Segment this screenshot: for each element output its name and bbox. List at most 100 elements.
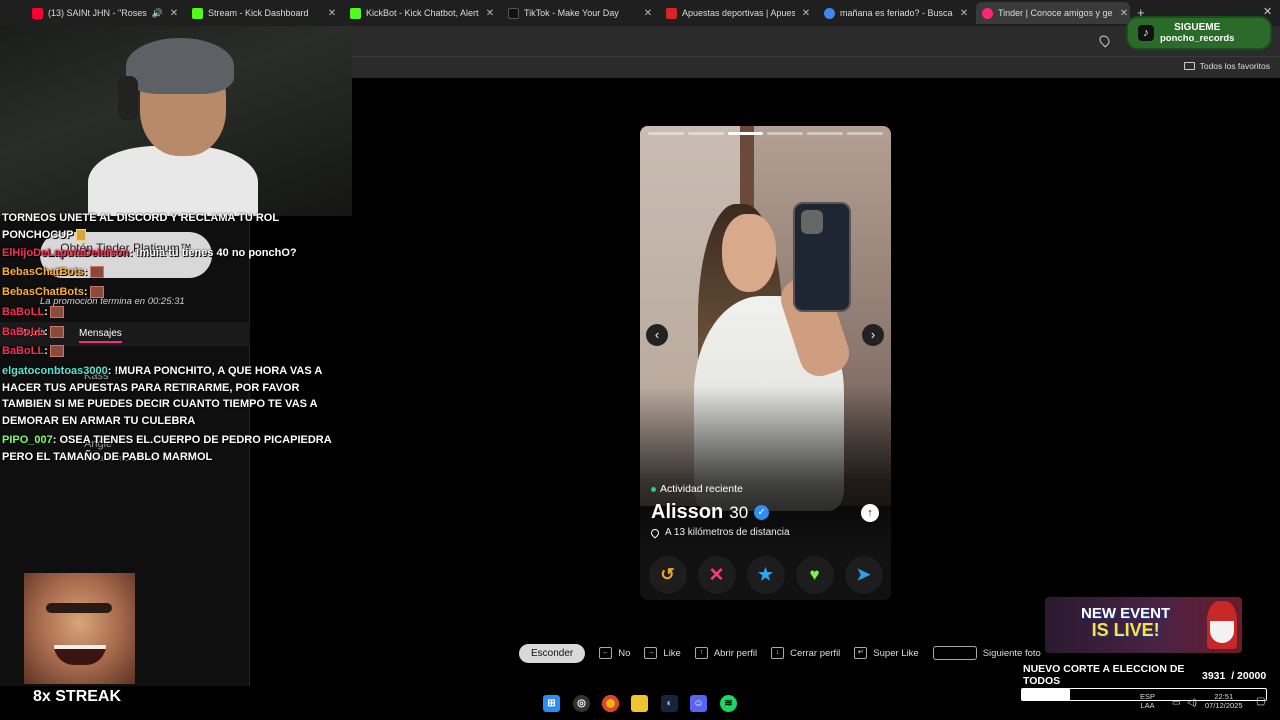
- profile-name-row: Alisson 30 ✓: [651, 501, 770, 524]
- steam-icon[interactable]: ◐: [661, 695, 678, 712]
- close-icon[interactable]: ✕: [168, 8, 180, 19]
- hint-close-profile: ↓ Cerrar perfil: [771, 647, 840, 659]
- tab-title: Apuestas deportivas | Apuestas: [682, 8, 795, 18]
- webcam-feed: [0, 26, 352, 216]
- chat-message: ElHijoDeLaputaDelaison: !muia tu tienes …: [2, 245, 337, 262]
- file-explorer-icon[interactable]: [631, 695, 648, 712]
- close-icon[interactable]: ✕: [958, 8, 970, 19]
- app-icon[interactable]: ◎: [573, 695, 590, 712]
- tinder-icon: [982, 7, 993, 19]
- chat-username: PIPO_007: [2, 434, 53, 446]
- spotify-icon[interactable]: ≋: [720, 695, 737, 712]
- profile-distance: A 13 kilómetros de distancia: [665, 527, 790, 538]
- window-close-icon[interactable]: ✕: [1263, 5, 1272, 18]
- clock-time: 22:51: [1214, 692, 1234, 701]
- heart-icon: ♥: [809, 565, 820, 584]
- verified-badge-icon: ✓: [754, 505, 770, 520]
- tab-youtube[interactable]: (13) SAINt JHN - "Roses" Im 🔊 ✕: [26, 2, 180, 24]
- headphones-icon: [118, 76, 138, 120]
- x-icon: ✕: [708, 564, 725, 586]
- windows-start-icon[interactable]: ⊞: [543, 695, 560, 712]
- hint-label: No: [618, 647, 631, 659]
- clock-date: 07/12/2025: [1205, 701, 1243, 710]
- close-icon[interactable]: ✕: [326, 8, 338, 19]
- network-icon[interactable]: ▭: [1172, 698, 1181, 707]
- photo-progress-segment[interactable]: [687, 132, 724, 135]
- emote-icon: [89, 266, 104, 279]
- photo-progress-segment[interactable]: [727, 132, 764, 135]
- chat-text: :: [44, 306, 48, 318]
- photo-progress-segment[interactable]: [648, 132, 684, 135]
- chat-username: BaBoLL: [2, 345, 45, 357]
- down-arrow-key-icon: ↓: [771, 647, 785, 659]
- up-arrow-key-icon: ↑: [694, 647, 708, 659]
- tab-apuestas[interactable]: Apuestas deportivas | Apuestas ✕: [660, 2, 812, 24]
- like-button[interactable]: ♥: [795, 556, 834, 594]
- chat-text: :: [44, 345, 48, 357]
- close-icon[interactable]: ✕: [484, 8, 496, 19]
- space-key-icon: [932, 646, 977, 660]
- notifications-icon[interactable]: ▢: [1256, 697, 1265, 707]
- tab-title: Stream - Kick Dashboard: [208, 8, 309, 18]
- all-favorites-button[interactable]: Todos los favoritos: [1183, 61, 1270, 71]
- keyboard-hints: Esconder ← No → Like ↑ Abrir perfil ↓ Cerrar…: [519, 643, 1041, 663]
- tab-google-search[interactable]: mañana es feriado? - Buscar c ✕: [818, 2, 970, 24]
- chrome-icon[interactable]: [602, 695, 619, 712]
- volume-icon[interactable]: ◁): [1187, 698, 1197, 707]
- emote-icon: [49, 326, 64, 339]
- chat-username: BebasChatBots: [2, 266, 84, 278]
- chat-text: :: [44, 326, 48, 338]
- chat-text: :: [83, 266, 88, 278]
- profile-card[interactable]: ‹ › Actividad reciente Alisson 30 ✓ ↑ A …: [640, 126, 891, 600]
- phone-camera: [801, 210, 823, 234]
- star-icon: ★: [757, 565, 774, 584]
- discord-icon[interactable]: ☺: [690, 695, 707, 712]
- hint-no: ← No: [599, 647, 630, 659]
- open-profile-button[interactable]: ↑: [861, 504, 879, 522]
- photo-progress-segment[interactable]: [807, 132, 844, 135]
- kick-icon: [192, 7, 203, 19]
- super-like-button[interactable]: ★: [746, 556, 785, 594]
- language-indicator[interactable]: ESP LAA: [1140, 692, 1155, 710]
- laughing-meme-image: [24, 573, 135, 684]
- photo-progress-segment[interactable]: [847, 132, 883, 135]
- chat-username: ElHijoDeLaputaDelaison: [2, 247, 130, 259]
- next-photo-button[interactable]: ›: [862, 324, 884, 346]
- hint-super-like: ↵ Super Like: [854, 647, 919, 659]
- speaker-icon[interactable]: 🔊: [152, 8, 163, 19]
- chat-message: TORNEOS UNETE AL DISCORD Y RECLAMA TU RO…: [2, 210, 337, 243]
- chat-message: BebasChatBots:: [2, 284, 337, 301]
- chat-username: elgatoconbtoas3000: [2, 365, 108, 377]
- chat-message: BaBoLL:: [2, 304, 337, 321]
- nope-button[interactable]: ✕: [697, 556, 736, 594]
- tab-title: (13) SAINt JHN - "Roses" Im: [48, 8, 147, 18]
- tab-tiktok[interactable]: TikTok - Make Your Day ✕: [502, 2, 654, 24]
- lang-line1: ESP: [1140, 692, 1156, 701]
- browser-tab-bar: (13) SAINt JHN - "Roses" Im 🔊 ✕ Stream -…: [0, 0, 1280, 26]
- hint-label: Cerrar perfil: [790, 647, 841, 659]
- chat-username: BaBoLL: [2, 306, 45, 318]
- clock[interactable]: 22:51 07/12/2025: [1205, 692, 1243, 710]
- lang-line2: LAA: [1140, 701, 1155, 710]
- boost-button[interactable]: ➤: [844, 556, 883, 594]
- tab-title: TikTok - Make Your Day: [524, 8, 619, 18]
- chat-message: BebasChatBots:: [2, 264, 337, 281]
- tab-kickbot[interactable]: KickBot - Kick Chatbot, Alerts, T ✕: [344, 2, 496, 24]
- online-dot-icon: [651, 486, 656, 492]
- follow-text: SIGUEME poncho_records: [1160, 22, 1234, 44]
- chat-message: PIPO_007: OSEA TIENES EL.CUERPO DE PEDRO…: [2, 432, 337, 465]
- hide-hints-button[interactable]: Esconder: [519, 643, 586, 663]
- close-icon[interactable]: ✕: [642, 8, 654, 19]
- close-icon[interactable]: ✕: [1118, 8, 1130, 19]
- photo-progress-segment[interactable]: [767, 132, 804, 135]
- event-line2: IS LIVE!: [1091, 620, 1160, 640]
- tab-tinder[interactable]: Tinder | Conoce amigos y gent ✕: [976, 2, 1130, 24]
- previous-photo-button[interactable]: ‹: [646, 324, 668, 346]
- close-icon[interactable]: ✕: [800, 8, 812, 19]
- tab-kick-dashboard[interactable]: Stream - Kick Dashboard ✕: [186, 2, 338, 24]
- tab-title: mañana es feriado? - Buscar c: [840, 8, 953, 18]
- location-pin-icon: [649, 526, 661, 539]
- rewind-button[interactable]: ↺: [648, 556, 687, 594]
- hint-label: Abrir perfil: [713, 647, 758, 659]
- chat-username: BebasChatBots: [2, 286, 84, 298]
